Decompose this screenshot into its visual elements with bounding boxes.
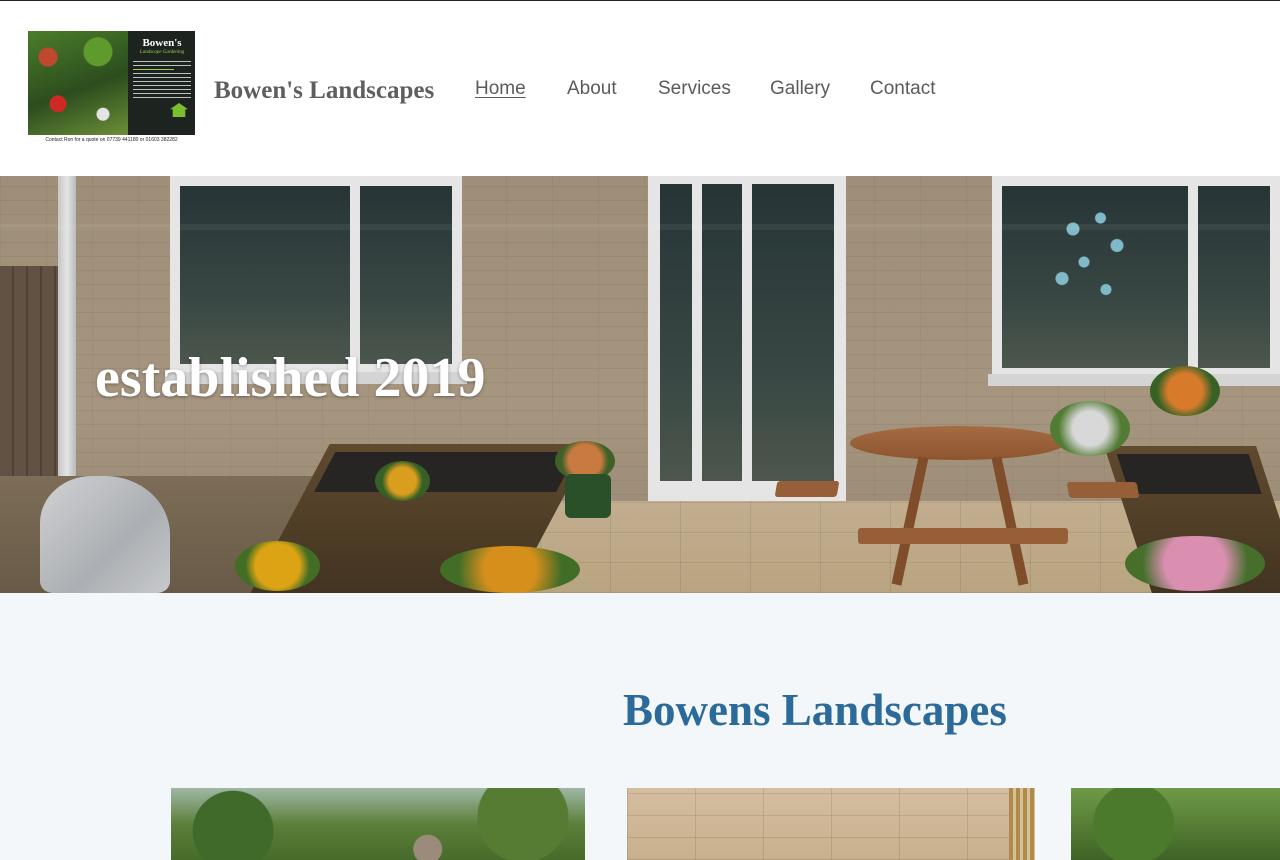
gallery-image-patio[interactable] — [627, 788, 1035, 860]
hero-banner: established 2019 — [0, 176, 1280, 593]
nav-services[interactable]: Services — [658, 78, 731, 100]
logo[interactable]: Bowen's Landscape Gardening Contact Ron … — [28, 31, 195, 149]
site-header: Bowen's Landscape Gardening Contact Ron … — [0, 0, 1280, 176]
hero-headline: established 2019 — [95, 347, 486, 409]
logo-title: Bowen's — [142, 37, 182, 49]
logo-contact-text: Contact Ron for a quote on 07739 441180 … — [45, 137, 178, 143]
section-title: Bowens Landscapes — [623, 685, 1007, 735]
logo-garden-photo — [28, 31, 128, 135]
site-title[interactable]: Bowen's Landscapes — [214, 77, 434, 105]
logo-service-list — [133, 61, 191, 101]
gallery-image-lawn[interactable] — [1071, 788, 1280, 860]
nav-home[interactable]: Home — [475, 78, 526, 100]
nav-about[interactable]: About — [567, 78, 617, 100]
gallery-image-garden[interactable] — [171, 788, 585, 860]
nav-contact[interactable]: Contact — [870, 78, 935, 100]
logo-subtitle: Landscape Gardening — [139, 50, 185, 55]
nav-gallery[interactable]: Gallery — [770, 78, 830, 100]
